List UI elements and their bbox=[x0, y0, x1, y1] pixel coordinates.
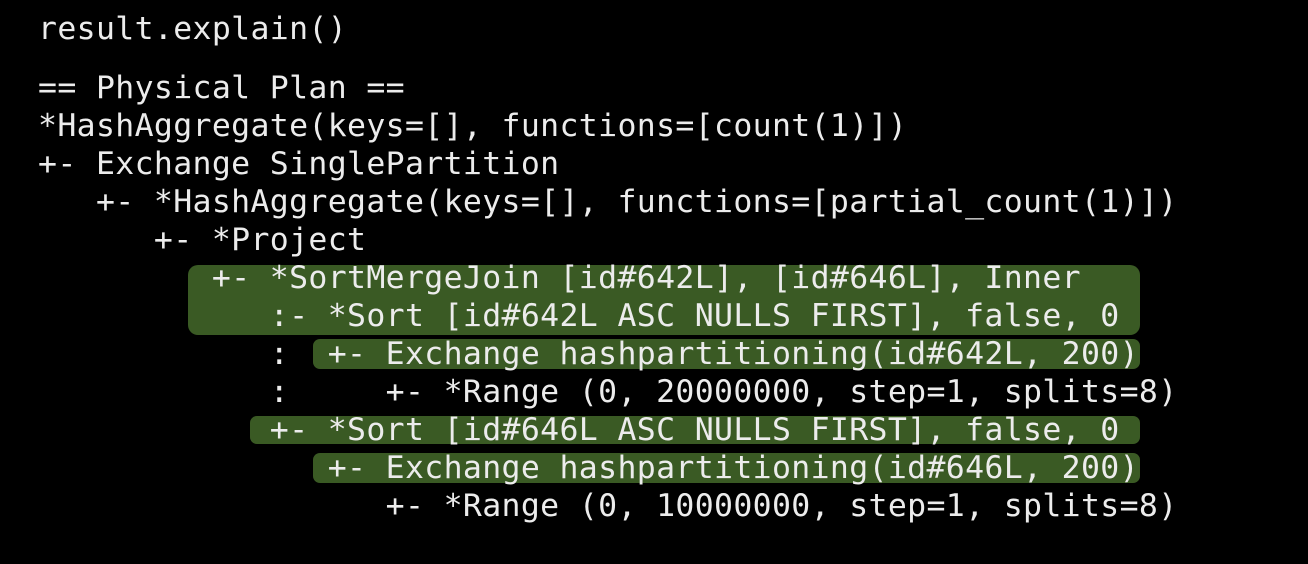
terminal-output: result.explain() == Physical Plan == *Ha… bbox=[0, 0, 1308, 564]
plan-line-exchange-singlepartition: +- Exchange SinglePartition bbox=[38, 146, 560, 182]
command-line: result.explain() bbox=[38, 11, 348, 47]
plan-line-project: +- *Project bbox=[38, 222, 367, 258]
plan-header: == Physical Plan == bbox=[38, 70, 405, 106]
plan-line-hashaggregate-partial: +- *HashAggregate(keys=[], functions=[pa… bbox=[38, 184, 1178, 220]
plan-line-sort-642: :- *Sort [id#642L ASC NULLS FIRST], fals… bbox=[38, 298, 1120, 334]
plan-line-exchange-646: +- Exchange hashpartitioning(id#646L, 20… bbox=[38, 450, 1139, 486]
plan-line-sort-646: +- *Sort [id#646L ASC NULLS FIRST], fals… bbox=[38, 412, 1120, 448]
plan-line-range-10000000: +- *Range (0, 10000000, step=1, splits=8… bbox=[38, 488, 1178, 524]
plan-line-exchange-642: : +- Exchange hashpartitioning(id#642L, … bbox=[38, 336, 1139, 372]
plan-line-sortmergejoin: +- *SortMergeJoin [id#642L], [id#646L], … bbox=[38, 260, 1081, 296]
plan-line-range-20000000: : +- *Range (0, 20000000, step=1, splits… bbox=[38, 374, 1178, 410]
plan-line-hashaggregate-final: *HashAggregate(keys=[], functions=[count… bbox=[38, 108, 908, 144]
